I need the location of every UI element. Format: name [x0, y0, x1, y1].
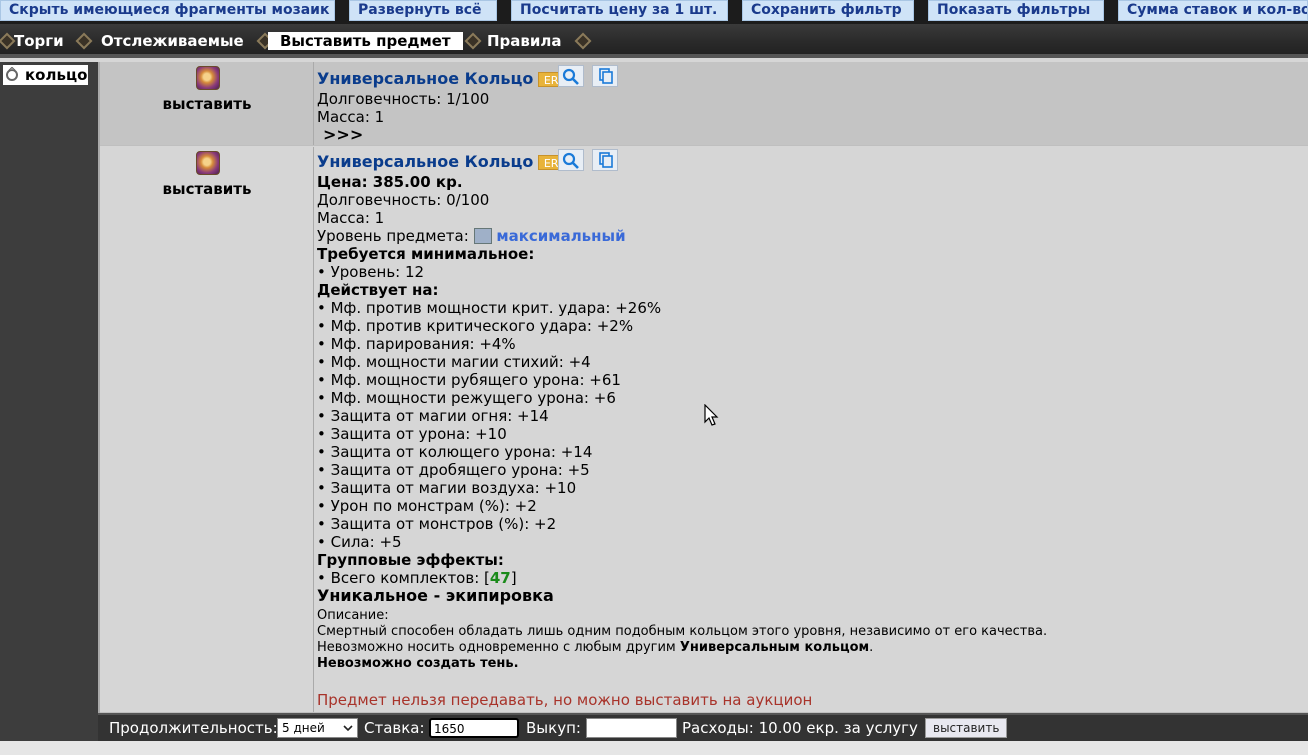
durability-text: Долговечность: 0/100 [317, 191, 490, 209]
effect-item: • Урон по монстрам (%): +2 [317, 497, 537, 515]
search-icon[interactable] [558, 65, 584, 87]
effect-item: • Сила: +5 [317, 533, 402, 551]
transfer-note: Предмет нельзя передавать, но можно выст… [317, 691, 813, 709]
place-item-form: Продолжительность: 5 дней Ставка: 1650 В… [98, 713, 1308, 741]
copy-icon[interactable] [592, 149, 618, 171]
hide-mosaic-fragments-button[interactable]: Скрыть имеющиеся фрагменты мозаик [0, 0, 335, 21]
description-label: Описание: [317, 608, 389, 623]
page-footer [0, 741, 1308, 755]
mouse-cursor-icon [704, 404, 719, 426]
description-text: Невозможно носить одновременно с любым д… [317, 640, 873, 656]
item-actions-cell: выставить [100, 147, 314, 712]
unique-equipment-label: Уникальное - экипировка [317, 586, 554, 605]
search-icon[interactable] [558, 149, 584, 171]
chevron-down-icon [343, 725, 353, 732]
category-sidebar: кольцо [0, 62, 98, 755]
mass-text: Масса: 1 [317, 108, 385, 126]
durability-text: Долговечность: 1/100 [317, 90, 490, 108]
duration-selected-value: 5 дней [282, 721, 325, 735]
effect-item: • Защита от магии огня: +14 [317, 407, 549, 425]
nav-separator-icon [258, 30, 268, 52]
bid-input[interactable]: 1650 [429, 718, 519, 738]
sets-count-bracket: ] [510, 569, 517, 587]
item-title-link[interactable]: Универсальное Кольцо [317, 69, 533, 88]
toolbar: Скрыть имеющиеся фрагменты мозаик Развер… [0, 0, 1308, 24]
effect-item: • Защита от магии воздуха: +10 [317, 479, 577, 497]
item-level-line: Уровень предмета: максимальный [317, 227, 626, 245]
group-effects-header: Групповые эффекты: [317, 551, 504, 569]
nav-separator-icon [77, 30, 87, 52]
description-fragment: . [869, 640, 874, 655]
item-level-value[interactable]: максимальный [496, 227, 625, 245]
save-filter-button[interactable]: Сохранить фильтр [742, 0, 914, 21]
table-row: выставить Универсальное Кольцо ER Долгов… [100, 62, 1308, 146]
item-title-link[interactable]: Универсальное Кольцо [317, 152, 533, 171]
nav-separator-icon [0, 30, 10, 52]
place-item-link[interactable]: выставить [100, 180, 314, 198]
duration-select[interactable]: 5 дней [277, 718, 358, 738]
duration-label: Продолжительность: [109, 719, 278, 737]
buyout-input[interactable] [586, 718, 677, 738]
buyout-label: Выкуп: [526, 719, 581, 737]
bids-sum-button[interactable]: Сумма ставок и кол-во [1118, 0, 1308, 21]
effects-header: Действует на: [317, 281, 439, 299]
nav-item-watched[interactable]: Отслеживаемые [101, 32, 244, 50]
effect-item: • Защита от дробящего урона: +5 [317, 461, 590, 479]
table-row: выставить Универсальное Кольцо ER Цена: … [100, 147, 1308, 713]
effect-item: • Защита от колющего урона: +14 [317, 443, 593, 461]
sets-count-line: • Всего комплектов: [47] [317, 569, 517, 587]
effect-item: • Мф. парирования: +4% [317, 335, 516, 353]
sidebar-item-ring[interactable]: кольцо [3, 65, 88, 85]
effect-item: • Защита от урона: +10 [317, 425, 507, 443]
show-filters-button[interactable]: Показать фильтры [928, 0, 1104, 21]
expand-toggle[interactable]: >>> [323, 126, 363, 144]
price-text: Цена: 385.00 кр. [317, 173, 463, 191]
description-fragment: Невозможно носить одновременно с любым д… [317, 640, 680, 655]
description-text: Смертный способен обладать лишь одним по… [317, 624, 1048, 639]
item-details: Универсальное Кольцо ER Долговечность: 1… [317, 62, 1307, 145]
effect-item: • Мф. мощности режущего урона: +6 [317, 389, 616, 407]
requirement-item: • Уровень: 12 [317, 263, 425, 281]
price-per-unit-button[interactable]: Посчитать цену за 1 шт. [511, 0, 728, 21]
item-level-label: Уровень предмета: [317, 227, 469, 245]
nav-item-place-item[interactable]: Выставить предмет [268, 32, 463, 50]
fee-text: Расходы: 10.00 екр. за услугу [682, 719, 918, 737]
nav-separator-icon [576, 30, 586, 52]
nav-bar: Торги Отслеживаемые Выставить предмет Пр… [0, 24, 1308, 58]
requires-header: Требуется минимальное: [317, 245, 535, 263]
no-shadow-text: Невозможно создать тень. [317, 656, 519, 671]
effect-item: • Мф. против мощности крит. удара: +26% [317, 299, 662, 317]
star-level-icon [473, 228, 492, 244]
item-actions-cell: выставить [100, 62, 314, 145]
bid-label: Ставка: [364, 719, 425, 737]
item-list: выставить Универсальное Кольцо ER Долгов… [98, 62, 1308, 713]
ring-item-icon [196, 66, 220, 90]
copy-icon[interactable] [592, 65, 618, 87]
expand-all-button[interactable]: Развернуть всё [349, 0, 497, 21]
effect-item: • Мф. мощности магии стихий: +4 [317, 353, 591, 371]
mass-text: Масса: 1 [317, 209, 385, 227]
sets-count-label: • Всего комплектов: [ [317, 569, 490, 587]
place-item-link[interactable]: выставить [100, 95, 314, 113]
nav-item-rules[interactable]: Правила [487, 32, 562, 50]
sidebar-item-label: кольцо [25, 66, 88, 84]
item-details: Универсальное Кольцо ER Цена: 385.00 кр.… [317, 147, 1307, 712]
effect-item: • Мф. против критического удара: +2% [317, 317, 634, 335]
ring-icon [6, 67, 18, 81]
sets-count-value: 47 [489, 569, 511, 587]
description-item-name: Универсальным кольцом [679, 640, 870, 655]
effect-item: • Мф. мощности рубящего урона: +61 [317, 371, 621, 389]
nav-item-trades[interactable]: Торги [14, 32, 64, 50]
submit-place-button[interactable]: выставить [925, 718, 1008, 738]
nav-separator-icon [466, 30, 476, 52]
ring-item-icon [196, 151, 220, 175]
effect-item: • Защита от монстров (%): +2 [317, 515, 557, 533]
